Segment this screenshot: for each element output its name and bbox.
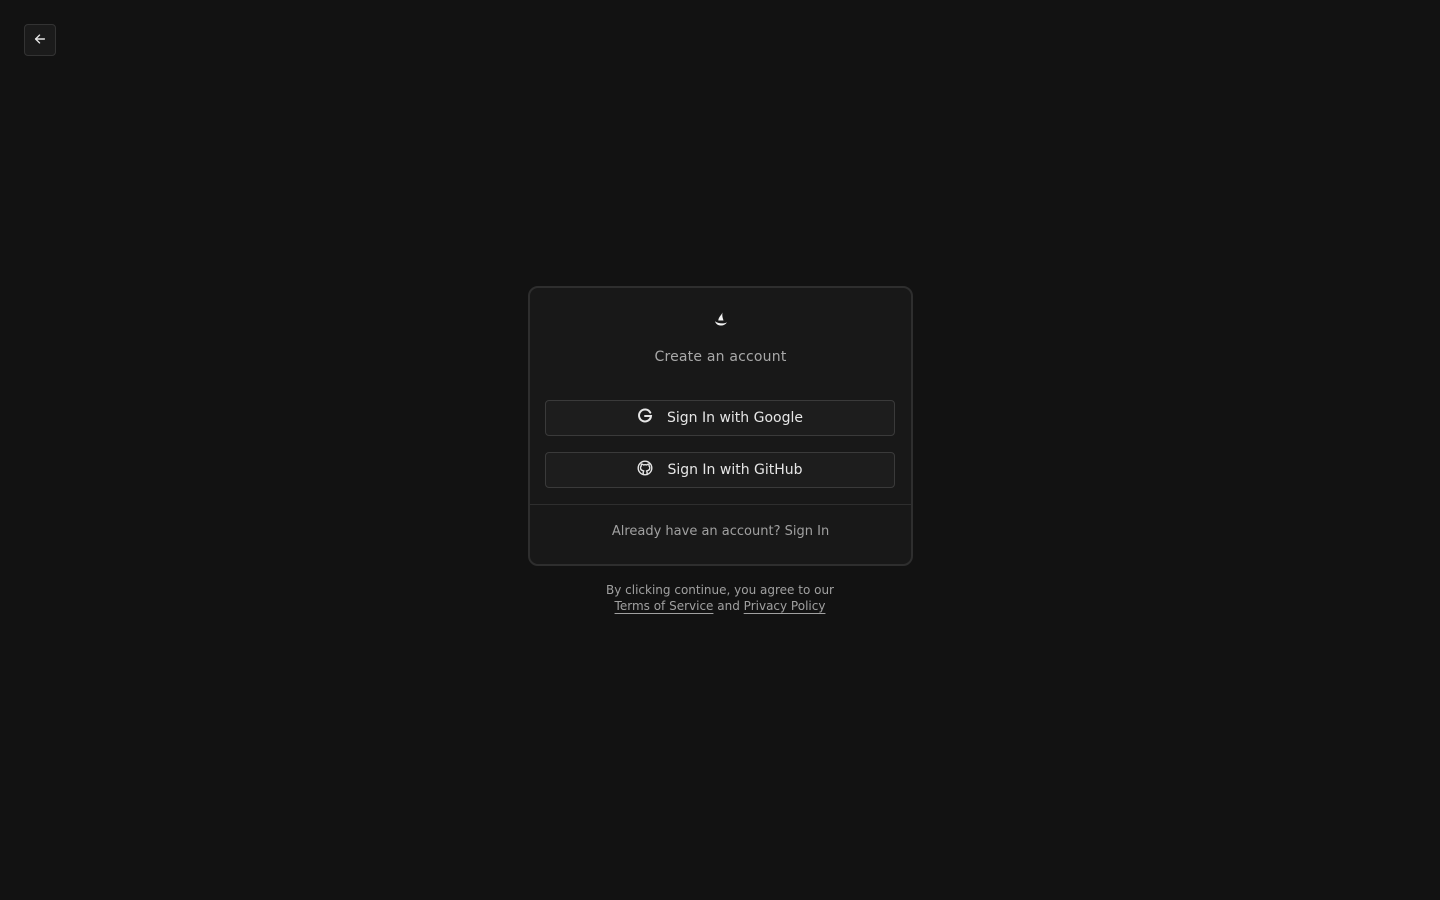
sign-in-github-button[interactable]: Sign In with GitHub [545,452,895,488]
github-icon [637,460,653,480]
google-button-label: Sign In with Google [667,410,803,426]
card-footer: Already have an account? Sign In [530,524,911,539]
footer-prefix: Already have an account? [611,524,781,539]
sign-in-link[interactable]: Sign In [785,524,830,539]
terms-of-service-link[interactable]: Terms of Service [615,599,714,613]
privacy-policy-link[interactable]: Privacy Policy [744,599,826,613]
legal-line-2: Terms of Service and Privacy Policy [0,598,1440,614]
flame-logo-icon [712,311,730,329]
auth-page: Create an account Sign In with Google Si… [0,0,1440,900]
back-button[interactable] [24,24,56,56]
legal-line-1: By clicking continue, you agree to our [606,583,834,597]
github-button-label: Sign In with GitHub [667,462,803,478]
signup-card: Create an account Sign In with Google Si… [528,286,913,566]
sign-in-google-button[interactable]: Sign In with Google [545,400,895,436]
legal-notice: By clicking continue, you agree to our T… [0,582,1440,614]
card-title: Create an account [654,349,787,365]
arrow-left-icon [33,31,47,50]
google-icon [637,408,653,428]
legal-and-text: and [717,599,740,613]
card-divider [530,504,911,505]
